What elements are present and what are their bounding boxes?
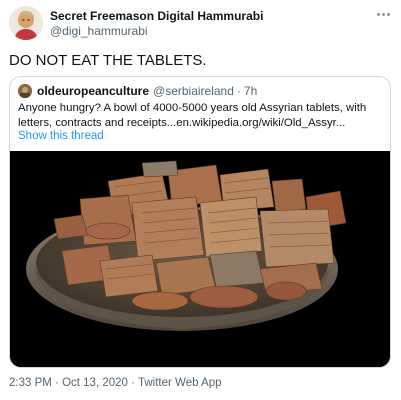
quoted-tweet-time: 7h [243,84,258,98]
author-handle[interactable]: @digi_hammurabi [50,24,263,39]
quoted-tweet-header: oldeuropeanculture @serbiaireland · 7h [18,84,257,98]
quoted-author-display-name: oldeuropeanculture [37,84,150,98]
separator-dot: · [236,84,241,98]
quoted-tweet[interactable]: oldeuropeanculture @serbiaireland · 7h A… [9,76,391,368]
tweet-text: DO NOT EAT THE TABLETS. [9,52,207,69]
author-display-name[interactable]: Secret Freemason Digital Hammurabi [50,9,263,24]
quoted-author-avatar [18,84,32,98]
tweet-source[interactable]: Twitter Web App [138,377,222,389]
tweet-meta: 2:33 PM · Oct 13, 2020 · Twitter Web App [9,377,222,389]
tweet-header: Secret Freemason Digital Hammurabi @digi… [9,6,393,42]
author-names: Secret Freemason Digital Hammurabi @digi… [50,9,263,39]
show-thread-link[interactable]: Show this thread [18,130,104,142]
author-avatar[interactable] [9,6,43,40]
tweet-date[interactable]: Oct 13, 2020 [62,377,128,389]
quoted-author-handle: @serbiaireland [153,84,234,98]
separator-dot: · [55,377,59,389]
more-horizontal-icon[interactable] [377,8,391,20]
tweet-time[interactable]: 2:33 PM [9,377,52,389]
quoted-tweet-text: Anyone hungry? A bowl of 4000-5000 years… [18,102,367,129]
quoted-tweet-image[interactable] [10,151,390,367]
separator-dot: · [131,377,135,389]
